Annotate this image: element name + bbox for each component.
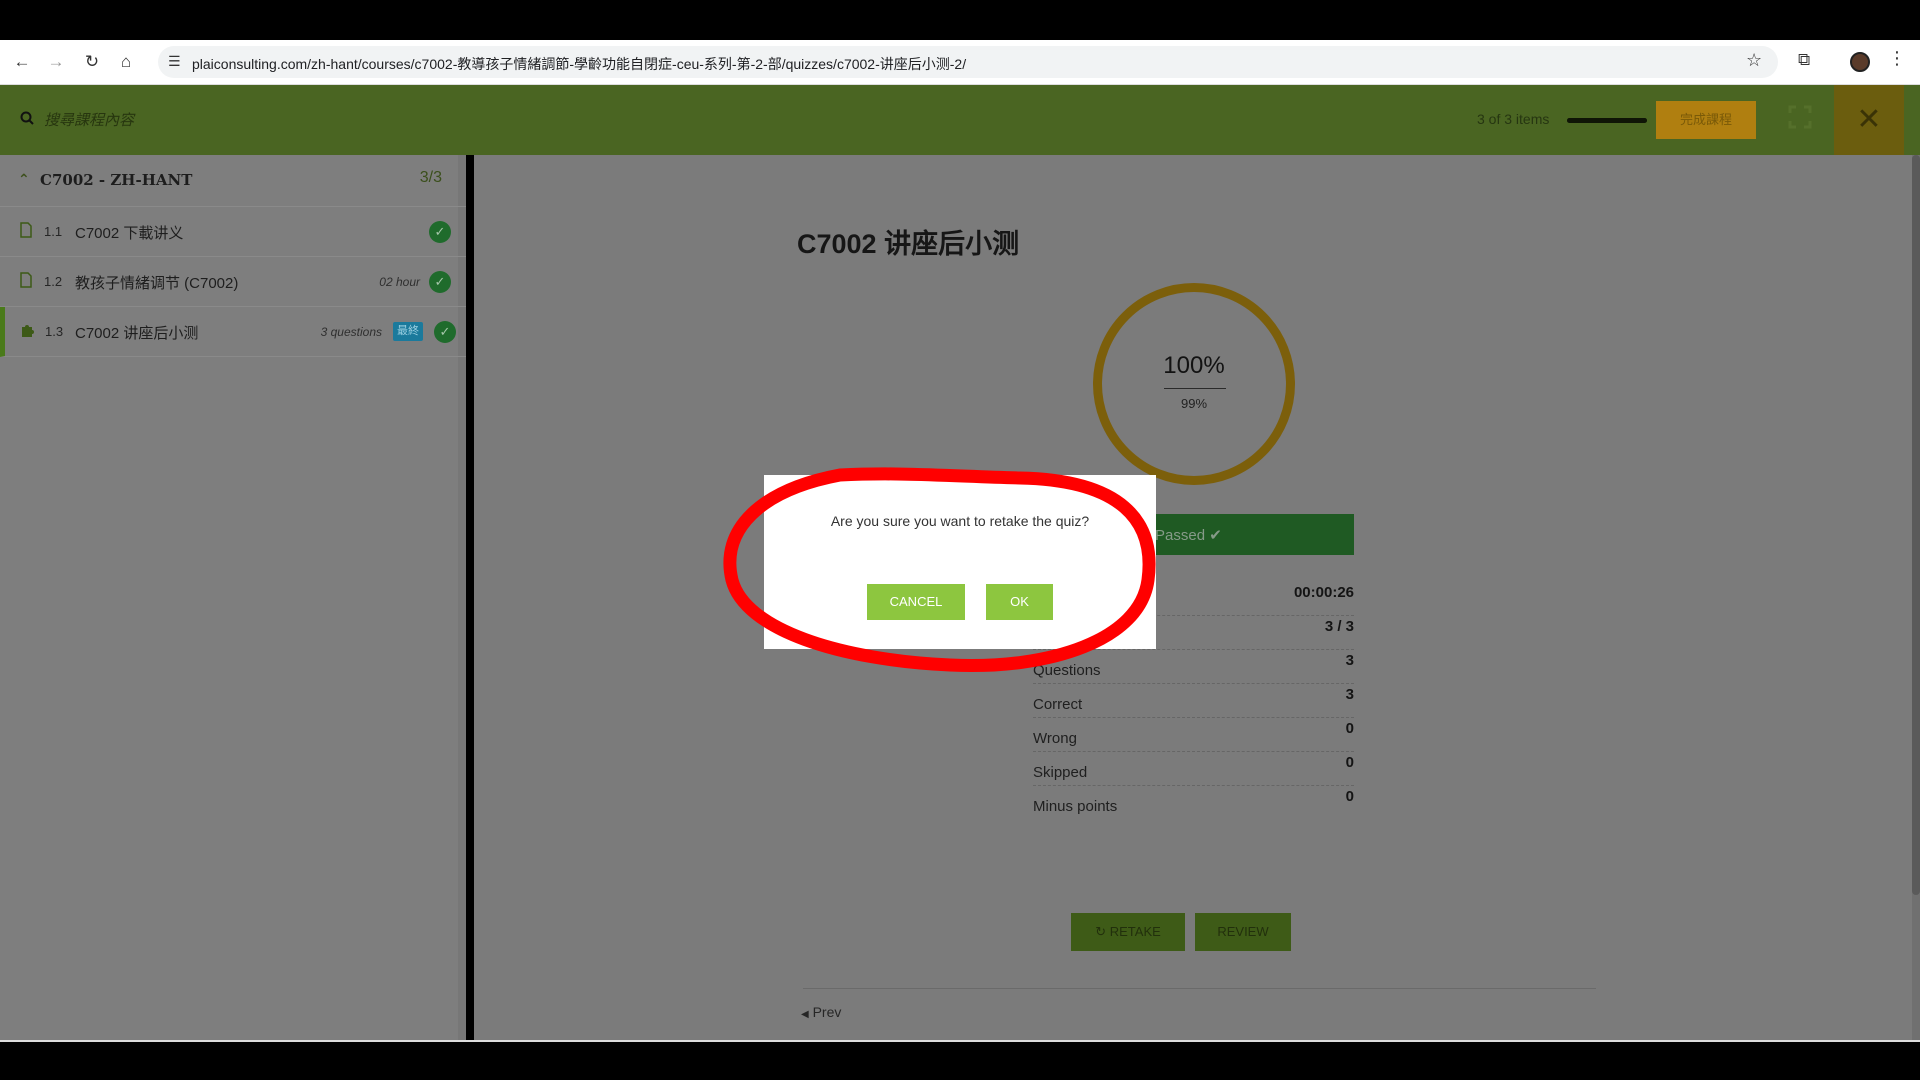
result-ring: 100% 99% [1093, 283, 1295, 485]
lesson-number: 1.1 [44, 224, 63, 239]
chevron-left-icon: ◀ [801, 1009, 809, 1020]
completed-check-icon: ✓ [434, 321, 456, 343]
reload-icon[interactable]: ↻ [80, 50, 104, 74]
os-top-bar [0, 0, 1920, 40]
lesson-item[interactable]: 1.1 C7002 下載讲义 ✓ [0, 207, 466, 257]
lesson-number: 1.2 [44, 274, 63, 289]
scrollbar-thumb[interactable] [1912, 155, 1920, 895]
lesson-title: C7002 下載讲义 [75, 225, 184, 242]
close-course-button[interactable]: ✕ [1834, 85, 1904, 155]
site-settings-icon[interactable]: ☰ [168, 53, 181, 70]
stat-label: Correct [1033, 696, 1083, 713]
fullscreen-icon[interactable] [1788, 105, 1812, 129]
profile-avatar[interactable] [1850, 52, 1870, 72]
stat-row-correct: Correct 3 [1033, 684, 1354, 718]
completed-check-icon: ✓ [429, 221, 451, 243]
url-text: plaiconsulting.com/zh-hant/courses/c7002… [192, 56, 967, 72]
stat-value: 0 [1345, 720, 1354, 737]
back-icon[interactable]: ← [10, 50, 34, 74]
lesson-item-active[interactable]: 1.3 C7002 讲座后小测 3 questions 最終 ✓ [0, 307, 466, 357]
result-divider [1164, 388, 1226, 389]
passing-percent: 99% [1180, 396, 1208, 411]
stat-label: Minus points [1033, 798, 1118, 815]
bookmark-star-icon[interactable]: ☆ [1746, 50, 1762, 71]
file-icon [20, 272, 32, 288]
home-icon[interactable]: ⌂ [114, 50, 138, 74]
stat-label: Questions [1033, 662, 1101, 679]
section-count: 3/3 [419, 169, 442, 186]
extensions-icon[interactable]: ⧉ [1798, 50, 1810, 70]
result-percent: 100% [1163, 352, 1225, 379]
retake-button[interactable]: ↻ RETAKE [1071, 913, 1185, 951]
forward-icon[interactable]: → [44, 50, 68, 74]
stat-row-questions: Questions 3 [1033, 650, 1354, 684]
stat-value: 3 / 3 [1324, 618, 1354, 635]
quiz-title: C7002 讲座后小测 [797, 229, 1020, 259]
file-icon [20, 222, 32, 238]
close-icon: ✕ [1856, 103, 1882, 136]
ok-button[interactable]: OK [986, 584, 1053, 620]
lesson-item[interactable]: 1.2 教孩子情緒调节 (C7002) 02 hour ✓ [0, 257, 466, 307]
lesson-number: 1.3 [45, 324, 64, 339]
stat-value: 3 [1345, 686, 1354, 703]
stat-row-skipped: Skipped 0 [1033, 752, 1354, 786]
course-header: 3 of 3 items 完成課程 ✕ [0, 85, 1920, 155]
check-icon: ✔ [1209, 527, 1222, 544]
course-progress-fill [1567, 118, 1647, 123]
lesson-duration: 02 hour [379, 275, 420, 289]
content-scrollbar[interactable] [1912, 155, 1920, 1040]
lesson-question-count: 3 questions [320, 325, 382, 339]
dialog-message: Are you sure you want to retake the quiz… [830, 513, 1090, 529]
completed-check-icon: ✓ [429, 271, 451, 293]
stat-value: 0 [1345, 788, 1354, 805]
browser-menu-icon[interactable]: ⋮ [1888, 48, 1906, 69]
section-header[interactable]: ⌃ C7002 - ZH-HANT 3/3 [0, 155, 466, 207]
address-bar[interactable]: ☰ plaiconsulting.com/zh-hant/courses/c70… [158, 46, 1778, 78]
stat-label: Skipped [1033, 764, 1088, 781]
stat-row-minus-points: Minus points 0 [1033, 786, 1354, 820]
search-icon [20, 111, 34, 125]
course-progress-bar [1567, 118, 1647, 123]
browser-toolbar: ← → ↻ ⌂ ☰ plaiconsulting.com/zh-hant/cou… [0, 40, 1920, 85]
chevron-up-icon[interactable]: ⌃ [18, 171, 30, 188]
section-title: C7002 - ZH-HANT [40, 171, 193, 189]
passed-label: Passed ✔ [1155, 527, 1222, 544]
os-bottom-bar [0, 1040, 1920, 1080]
retake-confirm-dialog: Are you sure you want to retake the quiz… [764, 475, 1156, 649]
stat-value: 00:00:26 [1293, 584, 1354, 601]
stat-value: 3 [1345, 652, 1354, 669]
spinner-icon: ↻ [1095, 924, 1107, 939]
review-button[interactable]: REVIEW [1195, 913, 1291, 951]
items-count: 3 of 3 items [1477, 111, 1550, 127]
curriculum-sidebar: ⌃ C7002 - ZH-HANT 3/3 1.1 C7002 下載讲义 ✓ 1… [0, 155, 466, 1040]
course-search-input[interactable] [44, 105, 344, 135]
final-badge: 最終 [393, 322, 423, 341]
prev-link[interactable]: ◀ Prev [801, 1004, 841, 1020]
stat-label: Wrong [1033, 730, 1077, 747]
lesson-title: 教孩子情緒调节 (C7002) [75, 275, 239, 292]
cancel-button[interactable]: CANCEL [867, 584, 965, 620]
puzzle-icon [22, 325, 34, 337]
lesson-title: C7002 讲座后小测 [75, 325, 199, 342]
stat-value: 0 [1345, 754, 1354, 771]
stat-row-wrong: Wrong 0 [1033, 718, 1354, 752]
complete-course-button[interactable]: 完成課程 [1656, 101, 1756, 139]
content-divider [803, 988, 1596, 989]
